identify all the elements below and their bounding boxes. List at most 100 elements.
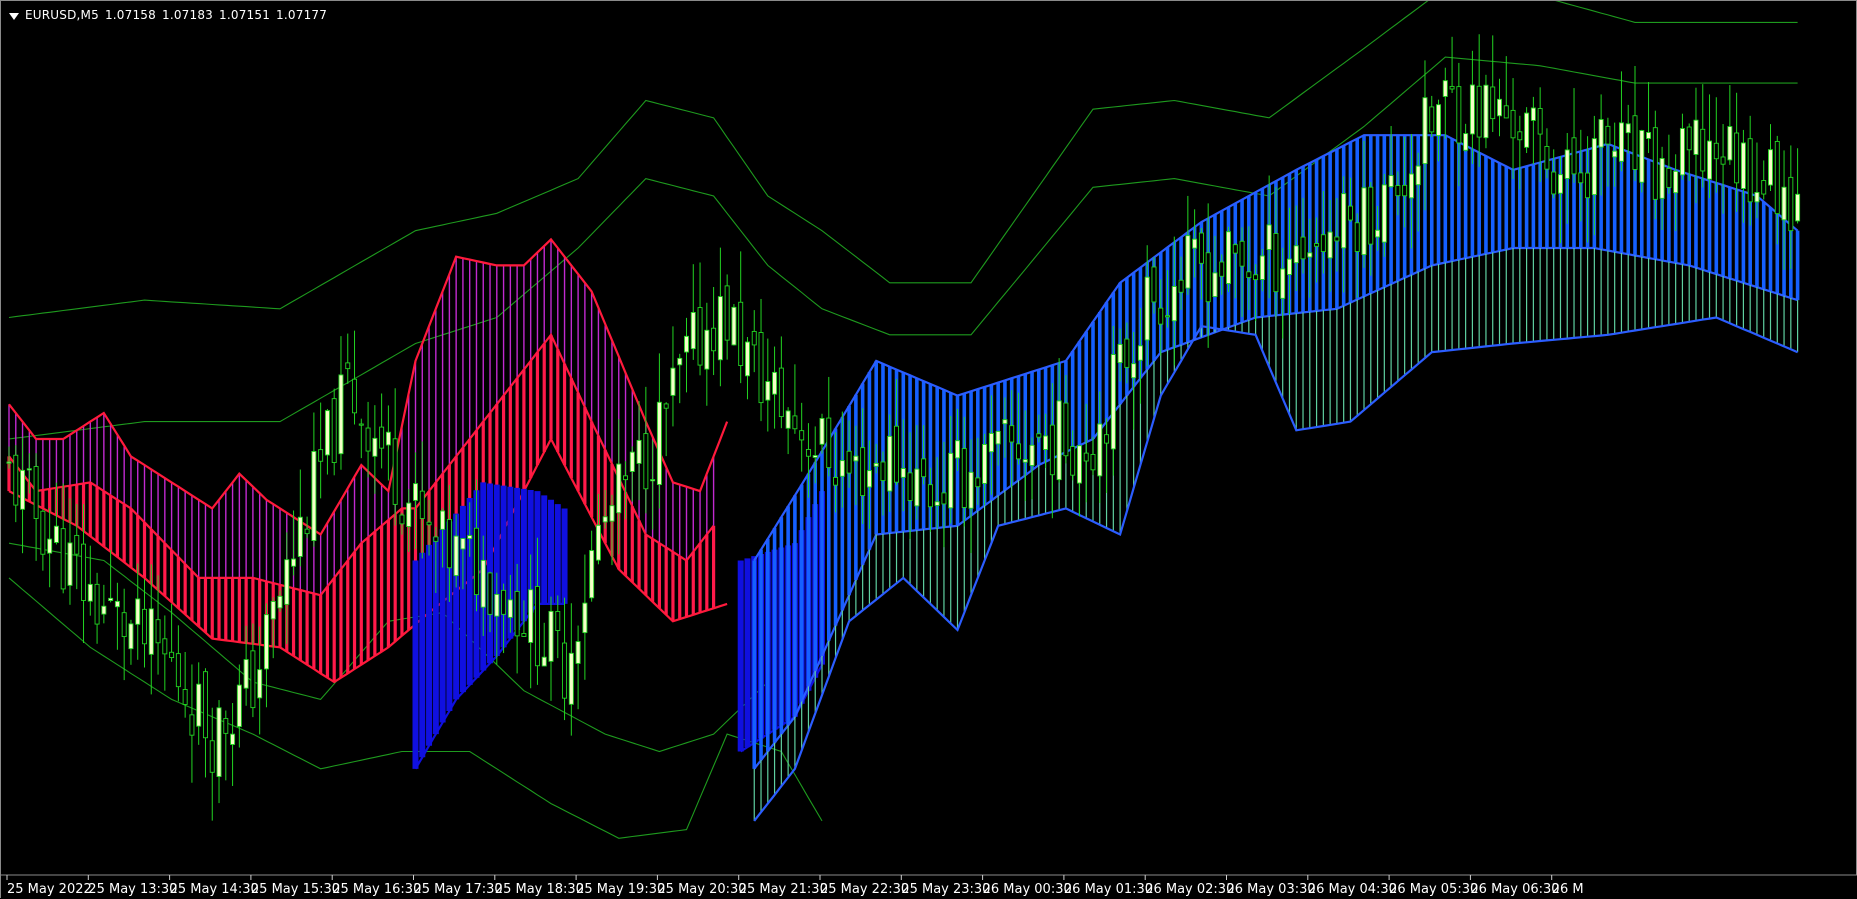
candle-body-bear <box>1239 240 1245 267</box>
candle-body-bull <box>480 559 486 608</box>
time-tick-label: 26 May 01:30 <box>1064 882 1153 897</box>
candle <box>87 545 93 616</box>
candle-body-bear <box>1517 131 1523 141</box>
candle-body-bull <box>1327 231 1333 259</box>
candle <box>230 703 236 786</box>
candle <box>799 402 805 472</box>
candle-body-bear <box>1300 236 1306 260</box>
candle-body-bull <box>650 479 656 482</box>
candle <box>101 584 107 624</box>
candle-body-bull <box>731 306 737 346</box>
candle <box>216 700 222 804</box>
candle-body-bull <box>148 608 154 655</box>
quote-line: EURUSD,M5 1.07158 1.07183 1.07151 1.07177 <box>25 8 333 22</box>
candle-body-bear <box>209 740 215 773</box>
candle-body-bull <box>1768 149 1773 186</box>
candle <box>1226 226 1231 292</box>
candle-body-bull <box>1422 97 1428 165</box>
candle <box>47 508 53 588</box>
candle-body-bear <box>846 450 852 474</box>
candle-body-bear <box>74 534 80 555</box>
candle-body-bull <box>744 341 750 377</box>
candle-body-bear <box>1334 236 1340 242</box>
candle-body-bull <box>1659 158 1665 199</box>
candle <box>13 445 19 523</box>
candle-body-bear <box>426 521 432 526</box>
candle-body-bear <box>805 449 811 457</box>
candle-body-bear <box>1246 271 1252 278</box>
time-axis: 25 May 202225 May 13:3025 May 14:3025 Ma… <box>1 874 1857 899</box>
candle-body-bull <box>1117 343 1123 364</box>
candle <box>778 336 784 429</box>
low-price: 1.07151 <box>219 8 271 22</box>
candle <box>711 286 717 376</box>
candle <box>1449 36 1455 94</box>
candle-body-bear <box>318 449 324 462</box>
candle-body-bear <box>33 466 39 520</box>
candle-body-bear <box>1090 454 1096 471</box>
candle <box>1727 85 1733 165</box>
candle <box>1761 160 1767 200</box>
candle-body-bull <box>1056 400 1062 481</box>
candle-body-bull <box>1795 193 1801 222</box>
candle-body-bull <box>988 432 994 453</box>
candle <box>379 393 385 469</box>
candle-body-bull <box>324 410 330 456</box>
candle <box>1551 149 1557 199</box>
candle <box>650 440 656 530</box>
candle-body-bull <box>284 559 290 605</box>
symbol-header[interactable]: EURUSD,M5 1.07158 1.07183 1.07151 1.07177 <box>9 7 333 23</box>
candle-body-bull <box>1679 128 1685 176</box>
candle-body-bear <box>13 454 19 506</box>
candle-body-bear <box>1314 243 1320 247</box>
candle-body-bull <box>1625 123 1631 134</box>
candle-body-bull <box>595 524 601 561</box>
candle-body-bull <box>616 463 622 514</box>
candle-body-bull <box>1388 175 1394 188</box>
candle-body-bear <box>826 417 832 468</box>
candle-body-bear <box>663 403 669 409</box>
candle-body-bull <box>1436 104 1442 137</box>
candle-body-bear <box>697 307 703 366</box>
candle-body-bear <box>1585 172 1591 199</box>
time-tick-label: 25 May 18:30 <box>495 882 584 897</box>
price-chart[interactable]: 25 May 202225 May 13:3025 May 14:3025 Ma… <box>1 1 1857 899</box>
candle-body-bear <box>1015 443 1021 460</box>
candle <box>40 509 46 571</box>
chart-window[interactable]: 25 May 2022 25 May 13:30 25 May 14:30 25 Ma… <box>0 0 1857 899</box>
candle <box>724 274 730 360</box>
time-tick-label: 26 May 03:30 <box>1227 882 1316 897</box>
candle-body-bull <box>243 659 249 689</box>
candle <box>1076 444 1082 517</box>
candle <box>785 407 791 455</box>
candle-body-bear <box>250 650 256 709</box>
candle <box>20 438 26 554</box>
candle-body-bull <box>406 502 412 527</box>
candle <box>169 603 175 662</box>
candle <box>629 446 635 502</box>
candle-body-bull <box>704 329 710 370</box>
candle-body-bear <box>1734 132 1740 184</box>
candle-body-bull <box>670 367 676 396</box>
candle <box>1700 84 1706 188</box>
candle-body-bull <box>717 296 723 361</box>
candle-body-bull <box>53 525 59 543</box>
candle-body-bear <box>1551 171 1557 195</box>
candle-body-bull <box>1727 126 1733 161</box>
time-tick-label: 26 May 02:30 <box>1145 882 1234 897</box>
candle-body-bull <box>1557 174 1563 194</box>
candle-body-bull <box>629 451 635 472</box>
candle-body-bull <box>772 371 778 395</box>
candle-body-bull <box>819 417 825 445</box>
candle-body-bull <box>1002 419 1008 425</box>
candle <box>738 251 744 384</box>
chevron-down-icon[interactable] <box>9 12 19 20</box>
candle <box>1185 195 1191 295</box>
candle-body-bear <box>941 492 947 505</box>
candle-body-bear <box>1219 261 1225 277</box>
candle <box>162 615 168 691</box>
candle-body-bear <box>799 430 805 441</box>
candle <box>690 264 696 360</box>
candle-body-bull <box>277 595 283 609</box>
candle <box>643 386 649 514</box>
